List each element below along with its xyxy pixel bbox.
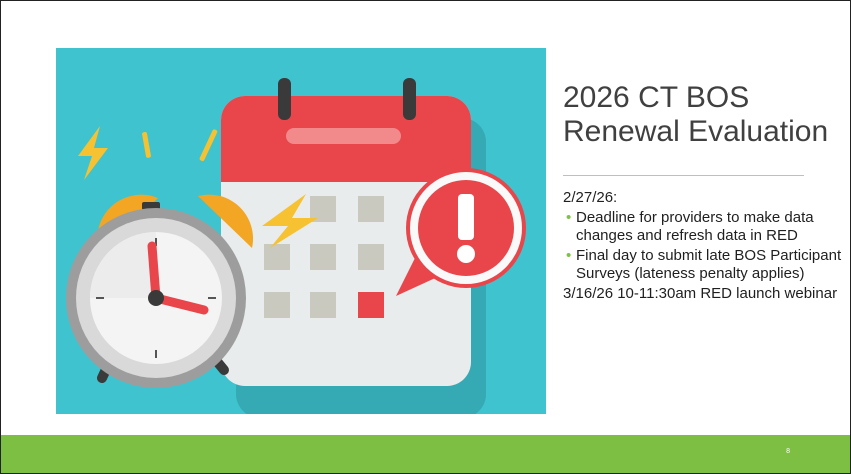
slide: 2026 CT BOS Renewal Evaluation 2/27/26: … [0,0,851,474]
page-number: 8 [786,448,790,455]
bullet-text: Deadline for providers to make data chan… [576,209,814,244]
lightning-small-icon [78,126,108,180]
bullet-item: • Final day to submit late BOS Participa… [563,247,843,283]
bullet-icon: • [566,247,572,264]
slide-title-line-1: 2026 CT BOS [563,81,750,114]
footer-bar: 8 [1,435,850,473]
slide-title-line-2: Renewal Evaluation [563,115,829,148]
date-heading-2: 3/16/26 10-11:30am RED launch webinar [563,285,838,302]
bullet-text: Final day to submit late BOS Participant… [576,247,842,282]
calendar-alarm-illustration [56,48,546,414]
slide-title: 2026 CT BOS Renewal Evaluation [563,81,843,149]
slide-content: 2/27/26: • Deadline for providers to mak… [563,189,843,303]
bullet-item: • Deadline for providers to make data ch… [563,209,843,245]
spark-line-2 [199,129,218,162]
spark-line [142,131,151,158]
bullet-icon: • [566,209,572,226]
title-divider [563,175,804,176]
date-heading-1: 2/27/26: [563,189,618,206]
